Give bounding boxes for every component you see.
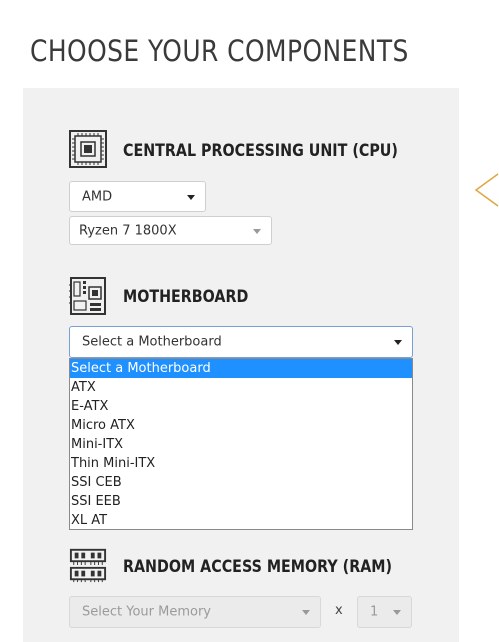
motherboard-section-title: MOTHERBOARD xyxy=(123,287,249,307)
cpu-brand-value: AMD xyxy=(82,189,113,204)
dropdown-option[interactable]: SSI EEB xyxy=(70,492,412,511)
cpu-model-value: Ryzen 7 1800X xyxy=(79,223,177,238)
chevron-down-icon xyxy=(253,228,261,234)
dropdown-option[interactable]: SSI CEB xyxy=(70,473,412,492)
memory-select[interactable]: Select Your Memory xyxy=(69,596,321,628)
memory-select-placeholder: Select Your Memory xyxy=(82,604,211,620)
ram-section-title: RANDOM ACCESS MEMORY (RAM) xyxy=(123,557,392,577)
chevron-left-icon[interactable] xyxy=(474,172,499,208)
dropdown-option[interactable]: ATX xyxy=(70,378,412,397)
motherboard-select[interactable]: Select a Motherboard xyxy=(69,326,413,358)
motherboard-icon xyxy=(69,277,106,315)
dropdown-option[interactable]: E-ATX xyxy=(70,397,412,416)
chevron-down-icon xyxy=(302,610,310,615)
dropdown-option[interactable]: Select a Motherboard xyxy=(70,359,412,378)
motherboard-dropdown-list: Select a Motherboard ATX E-ATX Micro ATX… xyxy=(69,358,413,530)
cpu-chip-icon xyxy=(69,130,107,168)
page-title: CHOOSE YOUR COMPONENTS xyxy=(30,34,409,68)
ram-memory-icon xyxy=(69,548,107,583)
multiplier-label: x xyxy=(335,603,343,618)
cpu-brand-select[interactable]: AMD xyxy=(69,181,206,212)
cpu-section-title: CENTRAL PROCESSING UNIT (CPU) xyxy=(123,141,398,161)
memory-quantity-select[interactable]: 1 xyxy=(357,596,412,628)
dropdown-option[interactable]: Thin Mini-ITX xyxy=(70,454,412,473)
chevron-down-icon xyxy=(393,610,401,615)
motherboard-select-value: Select a Motherboard xyxy=(82,334,222,350)
chevron-down-icon xyxy=(187,194,195,200)
dropdown-option[interactable]: XL AT xyxy=(70,511,412,530)
dropdown-option[interactable]: Micro ATX xyxy=(70,416,412,435)
memory-quantity-value: 1 xyxy=(370,604,379,620)
dropdown-option[interactable]: Mini-ITX xyxy=(70,435,412,454)
chevron-down-icon xyxy=(394,340,402,345)
cpu-model-select[interactable]: Ryzen 7 1800X xyxy=(69,216,272,245)
